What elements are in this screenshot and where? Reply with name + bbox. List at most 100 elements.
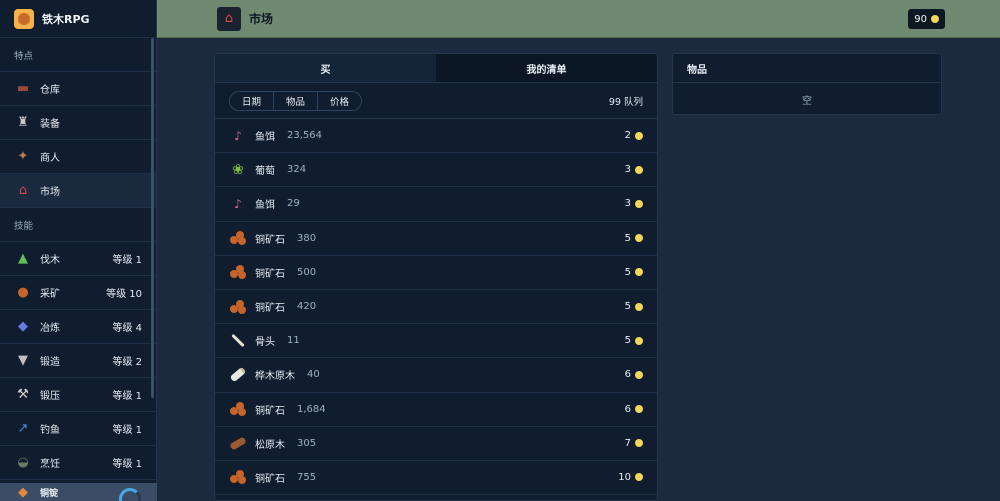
sidebar-item-smithing[interactable]: ▼ 锻造 等级 2 xyxy=(0,344,156,378)
sidebar-item-mining[interactable]: ● 采矿 等级 10 xyxy=(0,276,156,310)
sidebar-item-label: 采矿 xyxy=(40,289,60,300)
section-features-heading: 特点 xyxy=(0,38,156,72)
skill-level: 等级 2 xyxy=(112,357,142,368)
market-panel: 买 我的清单 日期 物品 价格 99 队列 ♪ 鱼饵 23,564 2 ❀ 葡萄 324 3 ♪… xyxy=(214,53,658,501)
listing-row[interactable]: 骨头 11 5 xyxy=(215,324,657,359)
item-price: 5 xyxy=(625,233,643,244)
item-quantity: 11 xyxy=(287,335,300,347)
brand[interactable]: 铁木RPG xyxy=(0,0,156,38)
merchant-icon: ✦ xyxy=(17,149,29,164)
page-title: 市场 xyxy=(249,12,274,26)
sidebar-item-equipment[interactable]: ♜ 装备 xyxy=(0,106,156,140)
sidebar-item-woodcutting[interactable]: ▲ 伐木 等级 1 xyxy=(0,242,156,276)
item-icon-wrap: ❀ xyxy=(229,161,247,179)
sidebar-item-label: 钓鱼 xyxy=(40,425,60,436)
sidebar-item-label: 商人 xyxy=(40,153,60,164)
item-quantity: 29 xyxy=(287,198,300,210)
tab-buy[interactable]: 买 xyxy=(215,54,436,82)
sidebar-item-label: 仓库 xyxy=(40,85,60,96)
item-name: 铜矿石 xyxy=(255,405,285,417)
item-name: 松原木 xyxy=(255,439,285,451)
ingot-icon: ◆ xyxy=(18,319,28,334)
sidebar-item-label: 冶炼 xyxy=(40,323,60,334)
progress-ring xyxy=(119,488,141,501)
item-icon-wrap xyxy=(229,298,247,316)
item-price: 2 xyxy=(625,130,643,141)
listing-row[interactable]: 铜矿石 380 5 xyxy=(215,222,657,256)
sort-segmented-control: 日期 物品 价格 xyxy=(229,90,363,111)
item-quantity: 500 xyxy=(297,266,317,278)
coin-icon xyxy=(635,302,643,311)
sidebar-item-label: 市场 xyxy=(40,187,60,198)
sidebar-footer-progress[interactable]: ◆ 铜锭 xyxy=(0,483,157,501)
copper-ore-icon xyxy=(230,299,246,314)
listing-row[interactable]: ❀ 葡萄 324 3 xyxy=(215,153,657,188)
sidebar-item-smelting[interactable]: ◆ 冶炼 等级 4 xyxy=(0,310,156,344)
listing-row[interactable]: 铜矿石 755 10 xyxy=(215,461,657,496)
listing-row[interactable]: 铜矿石 500 5 xyxy=(215,256,657,290)
item-name: 铜矿石 xyxy=(255,473,285,485)
item-name: 铜矿石 xyxy=(255,234,285,246)
market-icon: ⌂ xyxy=(18,183,28,198)
skill-level: 等级 1 xyxy=(112,459,142,470)
item-quantity: 40 xyxy=(307,369,320,381)
market-tabs: 买 我的清单 xyxy=(215,54,657,83)
price-value: 5 xyxy=(624,232,631,244)
sidebar-scrollbar[interactable] xyxy=(151,38,154,398)
sidebar-item-forging[interactable]: ⚒ 锻压 等级 1 xyxy=(0,378,156,412)
app-name: 铁木RPG xyxy=(42,12,90,26)
listing-row[interactable]: 铜矿石 420 5 xyxy=(215,290,657,325)
tab-my-listings[interactable]: 我的清单 xyxy=(436,54,657,82)
coin-icon xyxy=(635,405,643,414)
price-value: 2 xyxy=(624,130,631,142)
market-icon: ⌂ xyxy=(217,6,241,31)
copper-ore-icon xyxy=(230,231,246,246)
anvil-icon: ▼ xyxy=(18,353,28,368)
price-value: 6 xyxy=(624,403,631,415)
listing-row[interactable]: 铜矿石 1,684 6 xyxy=(215,393,657,427)
skill-level: 等级 1 xyxy=(112,391,142,402)
item-icon-wrap xyxy=(229,400,247,418)
sort-by-date-button[interactable]: 日期 xyxy=(230,91,275,110)
listing-row[interactable]: ♪ 鱼饵 29 3 xyxy=(215,187,657,222)
sidebar-item-fishing[interactable]: ↗ 钓鱼 等级 1 xyxy=(0,412,156,446)
sidebar-item-merchant[interactable]: ✦ 商人 xyxy=(0,140,156,174)
sidebar-item-market[interactable]: ⌂ 市场 xyxy=(0,174,156,208)
fishing-rod-icon: ↗ xyxy=(17,421,29,436)
sort-by-price-button[interactable]: 价格 xyxy=(318,92,361,110)
price-value: 7 xyxy=(624,437,631,449)
sidebar-item-cooking[interactable]: ◒ 烹饪 等级 1 xyxy=(0,446,156,480)
listing-row[interactable]: 桦木原木 40 6 xyxy=(215,358,657,393)
item-price: 5 xyxy=(625,301,643,312)
coin-icon xyxy=(635,131,643,140)
listing-row[interactable]: ♪ 鱼饵 23,564 2 xyxy=(215,119,657,154)
item-quantity: 420 xyxy=(297,301,317,313)
hammer-icon: ⚒ xyxy=(17,387,29,402)
price-value: 10 xyxy=(618,471,631,483)
coin-icon xyxy=(635,336,643,345)
sidebar-item-label: 锻压 xyxy=(40,391,60,402)
price-value: 5 xyxy=(624,301,631,313)
listing-row[interactable]: 松原木 305 7 xyxy=(215,427,657,461)
item-quantity: 324 xyxy=(287,164,307,176)
item-price: 5 xyxy=(625,335,643,346)
price-value: 6 xyxy=(624,369,631,381)
item-quantity: 380 xyxy=(297,232,317,244)
tree-icon: ▲ xyxy=(18,251,28,266)
item-quantity: 305 xyxy=(297,437,317,449)
armor-icon: ♜ xyxy=(17,115,29,130)
sidebar-item-warehouse[interactable]: ▬ 仓库 xyxy=(0,72,156,106)
items-panel: 物品 空 xyxy=(672,53,942,115)
bait-icon: ♪ xyxy=(234,128,242,143)
copper-ore-icon xyxy=(230,265,246,280)
filter-bar: 日期 物品 价格 99 队列 xyxy=(215,83,657,119)
item-name: 鱼饵 xyxy=(255,200,275,212)
coin-icon xyxy=(635,370,643,379)
coin-icon xyxy=(635,473,643,482)
coin-icon xyxy=(635,199,643,208)
queue-count: 99 队列 xyxy=(608,96,643,108)
sort-by-item-button[interactable]: 物品 xyxy=(274,91,319,110)
item-icon-wrap xyxy=(229,332,247,350)
coin-icon xyxy=(635,439,643,448)
skill-level: 等级 10 xyxy=(106,289,142,300)
